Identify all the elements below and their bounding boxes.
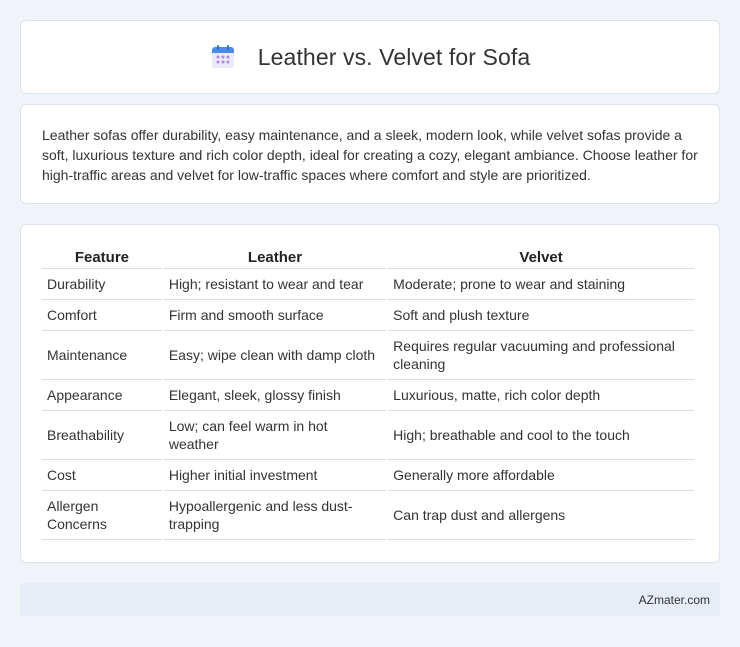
feature-cell: Cost xyxy=(42,460,162,491)
header-feature: Feature xyxy=(42,245,162,269)
table-row: Appearance Elegant, sleek, glossy finish… xyxy=(42,380,694,411)
velvet-cell: Requires regular vacuuming and professio… xyxy=(388,331,694,380)
leather-cell: Elegant, sleek, glossy finish xyxy=(163,380,387,411)
header-velvet: Velvet xyxy=(388,245,694,269)
calendar-icon xyxy=(211,45,234,68)
feature-cell: Allergen Concerns xyxy=(42,491,162,540)
title-wrap: Leather vs. Velvet for Sofa xyxy=(210,44,530,71)
leather-cell: Hypoallergenic and less dust-trapping xyxy=(163,491,387,540)
feature-cell: Maintenance xyxy=(42,331,162,380)
feature-cell: Breathability xyxy=(42,411,162,460)
table-row: Durability High; resistant to wear and t… xyxy=(42,269,694,300)
footer-source: AZmater.com xyxy=(638,592,710,607)
leather-cell: Firm and smooth surface xyxy=(163,300,387,331)
feature-cell: Durability xyxy=(42,269,162,300)
comparison-card: Feature Leather Velvet Durability High; … xyxy=(20,224,720,563)
footer: AZmater.com xyxy=(20,583,720,616)
table-row: Comfort Firm and smooth surface Soft and… xyxy=(42,300,694,331)
intro-text: Leather sofas offer durability, easy mai… xyxy=(42,127,698,183)
velvet-cell: Generally more affordable xyxy=(388,460,694,491)
velvet-cell: Can trap dust and allergens xyxy=(388,491,694,540)
title-card: Leather vs. Velvet for Sofa xyxy=(20,20,720,94)
table-row: Breathability Low; can feel warm in hot … xyxy=(42,411,694,460)
table-header-row: Feature Leather Velvet xyxy=(42,245,694,269)
comparison-table: Feature Leather Velvet Durability High; … xyxy=(40,245,696,540)
header-leather: Leather xyxy=(163,245,387,269)
feature-cell: Appearance xyxy=(42,380,162,411)
velvet-cell: Luxurious, matte, rich color depth xyxy=(388,380,694,411)
leather-cell: Easy; wipe clean with damp cloth xyxy=(163,331,387,380)
velvet-cell: High; breathable and cool to the touch xyxy=(388,411,694,460)
table-row: Maintenance Easy; wipe clean with damp c… xyxy=(42,331,694,380)
leather-cell: Higher initial investment xyxy=(163,460,387,491)
velvet-cell: Moderate; prone to wear and staining xyxy=(388,269,694,300)
intro-card: Leather sofas offer durability, easy mai… xyxy=(20,104,720,204)
table-row: Cost Higher initial investment Generally… xyxy=(42,460,694,491)
velvet-cell: Soft and plush texture xyxy=(388,300,694,331)
leather-cell: Low; can feel warm in hot weather xyxy=(163,411,387,460)
page-title: Leather vs. Velvet for Sofa xyxy=(257,43,531,70)
leather-cell: High; resistant to wear and tear xyxy=(163,269,387,300)
table-row: Allergen Concerns Hypoallergenic and les… xyxy=(42,491,694,540)
feature-cell: Comfort xyxy=(42,300,162,331)
